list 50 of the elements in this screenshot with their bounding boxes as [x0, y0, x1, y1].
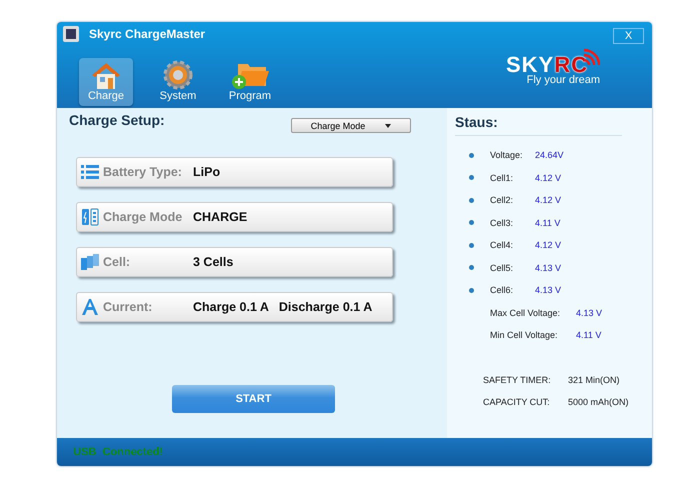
status-dot [469, 265, 474, 270]
battery-icon [81, 208, 99, 226]
house-icon [90, 60, 122, 90]
status-dot [469, 220, 474, 226]
current-icon [81, 298, 99, 316]
reading-value: 4.13 V [535, 285, 562, 296]
reading-value: 4.11 V [535, 218, 560, 228]
section-title: Charge Setup: [69, 112, 165, 128]
reading-label: Cell6: [490, 285, 514, 296]
window-title: Skyrc ChargeMaster [89, 27, 206, 41]
reading-label: Voltage: [490, 150, 524, 160]
toolbar-tab[interactable]: Program [223, 58, 277, 106]
reading-label: Cell4: [490, 240, 514, 250]
setup-row[interactable]: Current: Charge 0.1 A Discharge 0.1 A [76, 292, 393, 322]
reading-label: Cell5: [490, 262, 514, 273]
caret-icon [385, 124, 392, 128]
reading-label: Max Cell Voltage: [490, 308, 562, 318]
setting-label: SAFETY TIMER: [483, 374, 552, 385]
reading-value: 4.11 V [576, 330, 602, 340]
setting-label: CAPACITY CUT: [483, 397, 551, 408]
setting-value: 321 Min(ON) [568, 374, 620, 385]
reading-label: Min Cell Voltage: [490, 330, 559, 340]
reading-value: 24.64V [535, 150, 564, 160]
toolbar-tab[interactable]: System [151, 58, 205, 106]
status-dot [469, 198, 474, 203]
logo-text: RC [554, 52, 588, 77]
reading-label: Cell3: [490, 218, 514, 228]
setup-row[interactable]: Battery Type: LiPo [76, 157, 393, 187]
logo-tagline: Fly your dream [526, 74, 600, 86]
status-dot [469, 175, 474, 180]
status-dot [469, 152, 474, 158]
reading-label: Cell2: [490, 195, 514, 206]
gear-icon [162, 60, 194, 90]
setup-row[interactable]: Charge Mode CHARGE [76, 202, 393, 232]
reading-label: Cell1: [490, 172, 514, 183]
reading-value: 4.13 V [576, 308, 602, 318]
connection-status: USB Connected! [73, 446, 163, 458]
reading-value: 4.12 V [535, 172, 562, 183]
setting-value: 5000 mAh(ON) [568, 397, 629, 408]
reading-value: 4.13 V [535, 262, 562, 273]
mode-dropdown[interactable]: Charge Mode [291, 118, 411, 133]
list-icon [81, 164, 99, 180]
status-dot [469, 242, 474, 248]
status-dot [469, 288, 474, 293]
cells-icon [81, 253, 99, 271]
reading-value: 4.12 V [535, 195, 562, 206]
setup-row[interactable]: Cell: 3 Cells [76, 247, 393, 277]
reading-value: 4.12 V [535, 240, 562, 250]
app-icon [63, 26, 79, 42]
section-title: Staus: [455, 114, 499, 130]
